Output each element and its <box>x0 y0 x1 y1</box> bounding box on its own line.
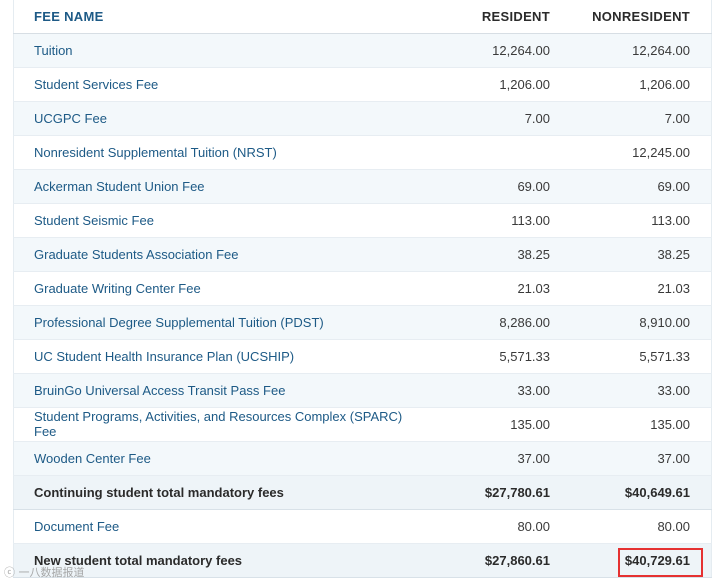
fee-name-link[interactable]: Wooden Center Fee <box>14 441 411 475</box>
fee-name-link[interactable]: UC Student Health Insurance Plan (UCSHIP… <box>14 339 411 373</box>
table-row: Student Programs, Activities, and Resour… <box>13 407 712 441</box>
nonresident-amount: 12,245.00 <box>632 144 690 160</box>
table-row: Student Services Fee 1,206.00 1,206.00 <box>13 67 712 101</box>
table-row: Graduate Writing Center Fee 21.03 21.03 <box>13 271 712 305</box>
nonresident-amount: 12,264.00 <box>632 42 690 58</box>
table-header: FEE NAME RESIDENT NONRESIDENT <box>13 0 712 33</box>
resident-amount: 8,286.00 <box>499 314 550 330</box>
resident-amount: 1,206.00 <box>499 76 550 92</box>
table-row: Tuition 12,264.00 12,264.00 <box>13 33 712 67</box>
fee-name-link[interactable]: Student Seismic Fee <box>14 203 411 237</box>
table-row: Nonresident Supplemental Tuition (NRST) … <box>13 135 712 169</box>
nonresident-amount: 8,910.00 <box>639 314 690 330</box>
table-row: Ackerman Student Union Fee 69.00 69.00 <box>13 169 712 203</box>
table-row: BruinGo Universal Access Transit Pass Fe… <box>13 373 712 407</box>
nonresident-amount: 113.00 <box>651 212 690 228</box>
fee-name-link[interactable]: Nonresident Supplemental Tuition (NRST) <box>14 135 411 169</box>
fee-name-link[interactable]: Tuition <box>14 33 411 67</box>
resident-amount: 37.00 <box>517 450 550 466</box>
continuing-total-resident: $27,780.61 <box>484 484 550 500</box>
resident-amount <box>410 135 550 169</box>
nonresident-amount: 33.00 <box>657 382 690 398</box>
resident-amount: 69.00 <box>517 178 550 194</box>
new-total-resident: $27,860.61 <box>484 552 550 568</box>
table-row: UCGPC Fee 7.00 7.00 <box>13 101 712 135</box>
resident-amount: 5,571.33 <box>499 348 550 364</box>
continuing-total-label: Continuing student total mandatory fees <box>34 484 284 500</box>
table-row: Student Seismic Fee 113.00 113.00 <box>13 203 712 237</box>
nonresident-amount: 1,206.00 <box>639 76 690 92</box>
fee-name-link[interactable]: Document Fee <box>14 509 411 543</box>
table-row: Professional Degree Supplemental Tuition… <box>13 305 712 339</box>
fee-table: FEE NAME RESIDENT NONRESIDENT Tuition 12… <box>13 0 712 578</box>
fee-name-link[interactable]: Graduate Students Association Fee <box>14 237 411 271</box>
resident-amount: 80.00 <box>517 518 550 534</box>
nonresident-amount: 69.00 <box>657 178 690 194</box>
fee-name-link[interactable]: BruinGo Universal Access Transit Pass Fe… <box>14 373 411 407</box>
resident-amount: 7.00 <box>524 110 550 126</box>
header-fee-name: FEE NAME <box>34 8 104 24</box>
fee-name-link[interactable]: Ackerman Student Union Fee <box>14 169 411 203</box>
resident-amount: 113.00 <box>511 212 550 228</box>
nonresident-amount: 135.00 <box>650 416 690 432</box>
table-row: Document Fee 80.00 80.00 <box>13 509 712 543</box>
nonresident-amount: 80.00 <box>657 518 690 534</box>
watermark: ⓒ 一八数据报道 <box>4 566 85 579</box>
header-resident: RESIDENT <box>481 8 550 24</box>
resident-amount: 21.03 <box>517 280 550 296</box>
resident-amount: 38.25 <box>517 246 550 262</box>
fee-name-link[interactable]: Graduate Writing Center Fee <box>14 271 411 305</box>
table-row: UC Student Health Insurance Plan (UCSHIP… <box>13 339 712 373</box>
new-total-row: New student total mandatory fees $27,860… <box>13 543 712 577</box>
fee-name-link[interactable]: Student Services Fee <box>14 67 411 101</box>
header-nonresident: NONRESIDENT <box>592 8 690 24</box>
fee-name-link[interactable]: Professional Degree Supplemental Tuition… <box>14 305 411 339</box>
continuing-total-row: Continuing student total mandatory fees … <box>13 475 712 509</box>
nonresident-amount: 21.03 <box>657 280 690 296</box>
resident-amount: 33.00 <box>517 382 550 398</box>
fee-name-link[interactable]: Student Programs, Activities, and Resour… <box>14 407 411 441</box>
nonresident-amount: 7.00 <box>664 110 690 126</box>
highlight-box <box>618 548 703 577</box>
table-row: Wooden Center Fee 37.00 37.00 <box>13 441 712 475</box>
nonresident-amount: 5,571.33 <box>639 348 690 364</box>
resident-amount: 12,264.00 <box>492 42 550 58</box>
nonresident-amount: 38.25 <box>657 246 690 262</box>
resident-amount: 135.00 <box>510 416 550 432</box>
continuing-total-nonresident: $40,649.61 <box>624 484 690 500</box>
nonresident-amount: 37.00 <box>657 450 690 466</box>
table-row: Graduate Students Association Fee 38.25 … <box>13 237 712 271</box>
fee-name-link[interactable]: UCGPC Fee <box>14 101 411 135</box>
